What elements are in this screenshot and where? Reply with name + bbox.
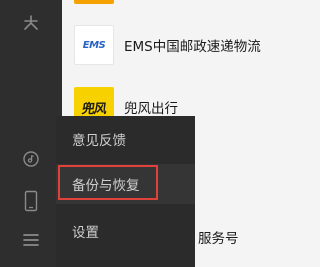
phone-icon[interactable] xyxy=(0,188,62,214)
menu-item-feedback[interactable]: 意见反馈 xyxy=(56,119,195,159)
contact-name: EMS中国邮政速递物流 xyxy=(124,39,261,55)
ems-logo: EMS xyxy=(74,25,114,65)
menu-item-settings[interactable]: 设置 xyxy=(56,211,195,251)
contact-item[interactable]: EMS EMS中国邮政速递物流 xyxy=(74,25,261,65)
settings-popup-menu: 意见反馈 备份与恢复 设置 xyxy=(56,116,195,267)
contact-name-partial: 服务号 xyxy=(198,231,239,247)
menu-icon[interactable] xyxy=(0,229,62,251)
contact-avatar[interactable] xyxy=(74,0,114,4)
menu-item-backup-restore[interactable]: 备份与恢复 xyxy=(56,164,195,204)
sidebar xyxy=(0,0,62,267)
contact-name: 兜风出行 xyxy=(124,101,178,117)
mini-programs-icon[interactable] xyxy=(0,8,62,38)
music-icon[interactable] xyxy=(0,147,62,171)
